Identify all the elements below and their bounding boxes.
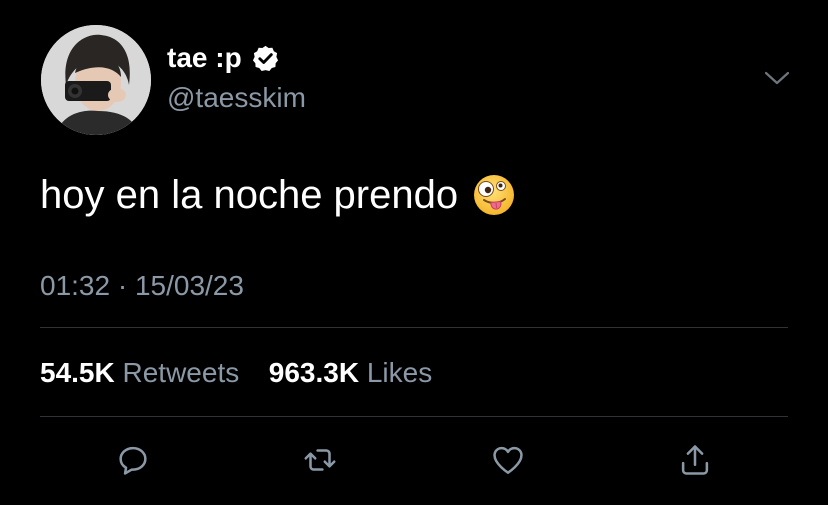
tweet-text-row: hoy en la noche prendo bbox=[40, 170, 516, 220]
engagement-stats: 54.5K Retweets 963.3K Likes bbox=[40, 355, 432, 391]
divider bbox=[40, 416, 788, 417]
retweet-button[interactable] bbox=[300, 440, 340, 480]
avatar-image bbox=[41, 25, 151, 135]
user-handle[interactable]: @taesskim bbox=[167, 81, 306, 115]
retweet-icon bbox=[304, 449, 336, 471]
display-name[interactable]: tae :p bbox=[167, 41, 242, 75]
retweets-label[interactable]: Retweets bbox=[123, 357, 240, 388]
share-icon bbox=[681, 445, 709, 475]
tweet-timestamp[interactable]: 01:32 · 15/03/23 bbox=[40, 268, 244, 304]
zany-face-icon bbox=[472, 173, 516, 217]
reply-icon bbox=[119, 446, 147, 475]
chevron-down-icon[interactable] bbox=[762, 66, 792, 90]
divider bbox=[40, 327, 788, 328]
display-name-row[interactable]: tae :p bbox=[167, 41, 280, 75]
share-button[interactable] bbox=[675, 440, 715, 480]
retweets-count[interactable]: 54.5K bbox=[40, 357, 115, 388]
heart-icon bbox=[493, 446, 523, 474]
likes-count[interactable]: 963.3K bbox=[269, 357, 359, 388]
likes-label[interactable]: Likes bbox=[367, 357, 432, 388]
like-button[interactable] bbox=[488, 440, 528, 480]
avatar[interactable] bbox=[41, 25, 151, 135]
verified-badge-icon bbox=[251, 44, 280, 73]
tweet-text: hoy en la noche prendo bbox=[40, 173, 459, 217]
reply-button[interactable] bbox=[113, 440, 153, 480]
